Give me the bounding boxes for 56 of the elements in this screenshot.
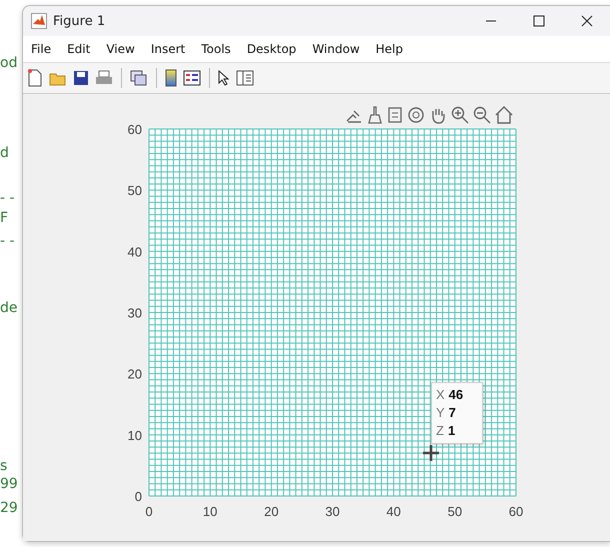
x-tick-label: 20 — [264, 504, 279, 519]
pointer-icon[interactable] — [218, 70, 230, 86]
save-icon[interactable] — [73, 70, 89, 86]
home-icon[interactable] — [495, 106, 513, 124]
rotate-icon[interactable] — [407, 106, 425, 124]
code-fragment: d — [0, 145, 9, 161]
y-tick-label: 10 — [128, 428, 142, 443]
y-tick-label: 50 — [128, 183, 142, 198]
code-fragment: 99 — [0, 476, 18, 492]
y-tick-label: 30 — [128, 306, 142, 320]
menu-item[interactable]: Tools — [201, 42, 231, 56]
crosshair-cursor-icon — [422, 444, 440, 462]
y-tick-label: 60 — [128, 122, 142, 137]
datatip-value: 46 — [448, 386, 464, 404]
property-panel-icon[interactable] — [236, 70, 254, 86]
code-fragment: F — [0, 210, 8, 226]
menu-item[interactable]: Edit — [67, 42, 90, 56]
data-tip-icon[interactable] — [387, 106, 403, 124]
code-fragment: de — [0, 300, 18, 316]
x-tick-label: 10 — [202, 504, 218, 519]
datatip-axis-label: Y — [436, 404, 445, 422]
menu-item[interactable]: Window — [312, 42, 360, 56]
code-fragment: - - — [0, 190, 15, 206]
menu-item[interactable]: View — [106, 42, 135, 56]
y-tick-label: 0 — [134, 489, 142, 504]
x-tick-label: 50 — [448, 504, 462, 519]
menu-item[interactable]: File — [31, 42, 52, 56]
new-file-icon[interactable] — [27, 69, 43, 87]
menu-item[interactable]: Desktop — [246, 42, 296, 56]
code-fragment: s — [0, 458, 8, 474]
datatip-axis-label: Z — [436, 422, 444, 440]
datatip-value: 1 — [448, 422, 456, 440]
code-fragment: - - — [0, 233, 15, 249]
datatip-axis-label: X — [436, 386, 445, 404]
menu-item[interactable]: Help — [376, 42, 403, 56]
x-tick-label: 30 — [325, 504, 340, 519]
code-fragment: od — [0, 55, 18, 71]
window-title: Figure 1 — [53, 14, 106, 28]
x-tick-label: 0 — [145, 504, 153, 519]
zoom-out-icon[interactable] — [473, 106, 491, 124]
paintbrush-icon[interactable] — [367, 106, 383, 124]
code-fragment: 29 — [0, 500, 18, 516]
menu-item[interactable]: Insert — [150, 42, 186, 56]
y-tick-label: 40 — [128, 244, 142, 260]
close-icon[interactable] — [581, 15, 593, 27]
datatip-value: 7 — [448, 404, 456, 422]
app-logo-icon — [31, 13, 47, 29]
maximize-icon[interactable] — [533, 15, 545, 27]
legend-icon[interactable] — [183, 70, 201, 86]
x-tick-label: 60 — [508, 504, 524, 519]
colorbar-icon[interactable] — [165, 69, 177, 87]
zoom-in-icon[interactable] — [451, 106, 469, 124]
x-tick-label: 40 — [386, 504, 401, 519]
copy-figure-icon[interactable] — [130, 70, 148, 86]
print-icon[interactable] — [95, 70, 113, 86]
y-tick-label: 20 — [128, 366, 142, 382]
